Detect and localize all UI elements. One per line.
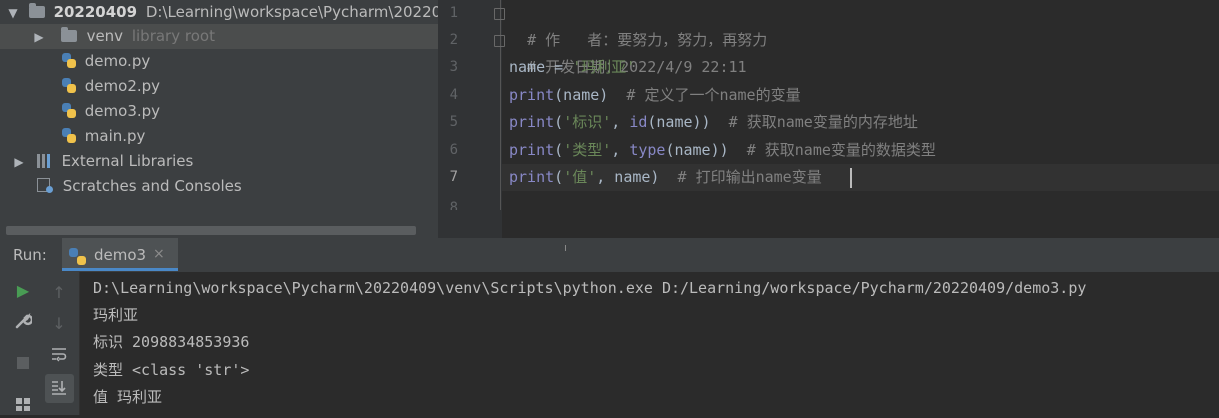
tree-item-scratches[interactable]: Scratches and Consoles — [0, 174, 242, 199]
code-builtin: print — [509, 86, 555, 104]
tree-item-file[interactable]: demo.py — [62, 49, 150, 74]
run-panel-header — [0, 238, 1219, 273]
file-label: demo3.py — [84, 102, 161, 120]
text-caret — [850, 168, 852, 188]
up-arrow-icon[interactable]: ↑ — [48, 282, 70, 304]
code-string: '类型' — [563, 141, 612, 159]
console-line: 值 玛利亚 — [93, 388, 163, 406]
chevron-right-icon[interactable]: ▶ — [32, 25, 46, 50]
root-folder-name: 20220409 — [53, 3, 138, 21]
code-text: ( — [554, 141, 564, 159]
tree-root-row[interactable]: ▼ 20220409 D:\Learning\workspace\Pycharm… — [0, 0, 438, 25]
console-line: D:\Learning\workspace\Pycharm\20220409\v… — [93, 279, 1087, 297]
folder-icon — [28, 3, 45, 18]
stop-icon[interactable] — [12, 352, 34, 374]
console-line: 标识 2098834853936 — [93, 333, 250, 351]
console-line: 类型 <class 'str'> — [93, 361, 250, 379]
down-arrow-icon[interactable]: ↓ — [48, 313, 70, 335]
code-text: , — [611, 141, 630, 159]
code-text: (name) — [554, 86, 627, 104]
file-label: demo.py — [84, 52, 151, 70]
folder-icon — [60, 27, 77, 42]
code-builtin: type — [629, 141, 666, 159]
code-string: '标识' — [563, 113, 612, 131]
code-comment: # 打印输出name变量 — [677, 168, 822, 186]
line-number: 8 — [449, 200, 458, 210]
code-line-6[interactable]: print('类型', type(name)) # 获取name变量的数据类型 — [509, 137, 936, 164]
code-line-7[interactable]: print('值', name) # 打印输出name变量 — [509, 164, 822, 191]
tree-item-venv[interactable]: ▶ venv library root — [0, 24, 438, 49]
fold-end-icon[interactable] — [494, 35, 505, 47]
horizontal-scrollbar[interactable] — [6, 226, 416, 235]
line-number: 5 — [449, 114, 458, 130]
line-number: 1 — [449, 5, 458, 21]
code-text: (name)) — [665, 141, 747, 159]
library-root-hint: library root — [131, 27, 215, 45]
python-file-icon — [62, 78, 76, 93]
tree-item-file[interactable]: demo3.py — [62, 99, 160, 124]
code-builtin: print — [509, 113, 555, 131]
fold-start-icon[interactable] — [494, 8, 505, 20]
code-builtin: print — [509, 141, 555, 159]
code-line-1[interactable]: # 作 者：要努力，努力，再努力 — [509, 0, 767, 49]
code-text: ( — [554, 113, 564, 131]
venv-label: venv — [86, 27, 124, 45]
tree-item-file[interactable]: demo2.py — [62, 74, 160, 99]
code-line-4[interactable]: print(name) # 定义了一个name的变量 — [509, 82, 801, 109]
code-text: ( — [554, 168, 564, 186]
line-number-current: 7 — [449, 169, 458, 185]
scratches-icon — [37, 178, 53, 193]
code-string: '值' — [563, 168, 597, 186]
root-folder-path: D:\Learning\workspace\Pycharm\20220409 — [145, 3, 438, 21]
external-libraries-label: External Libraries — [61, 152, 194, 170]
line-number: 4 — [449, 87, 458, 103]
libraries-icon — [36, 154, 53, 168]
code-line-5[interactable]: print('标识', id(name)) # 获取name变量的内存地址 — [509, 109, 918, 136]
project-panel: ▼ 20220409 D:\Learning\workspace\Pycharm… — [0, 0, 438, 238]
line-number: 2 — [449, 32, 458, 48]
console-line: 玛利亚 — [93, 306, 139, 324]
code-text: name = — [509, 58, 573, 76]
file-label: demo2.py — [84, 77, 161, 95]
run-icon[interactable]: ▶ — [12, 280, 34, 302]
scratches-label: Scratches and Consoles — [62, 177, 242, 195]
scroll-to-end-icon[interactable] — [48, 378, 70, 400]
code-comment: # 获取name变量的内存地址 — [728, 113, 918, 131]
tree-item-file[interactable]: main.py — [62, 124, 145, 149]
python-file-icon — [62, 128, 76, 143]
code-comment: # 获取name变量的数据类型 — [746, 141, 936, 159]
code-comment: # 定义了一个name的变量 — [626, 86, 801, 104]
run-tab-active-indicator — [62, 268, 178, 271]
close-icon[interactable]: × — [153, 246, 165, 262]
line-number: 3 — [449, 59, 458, 75]
run-tab-label: demo3 — [94, 246, 147, 264]
python-file-icon — [62, 53, 76, 68]
code-builtin: id — [629, 113, 648, 131]
line-number: 6 — [449, 142, 458, 158]
divider-tick — [565, 245, 566, 251]
code-string: '玛利亚' — [572, 58, 636, 76]
code-text: , name) — [596, 168, 678, 186]
code-text: , — [611, 113, 630, 131]
code-text: (name)) — [647, 113, 729, 131]
run-panel-label: Run: — [13, 246, 47, 264]
python-run-config-icon — [69, 248, 86, 265]
chevron-right-icon[interactable]: ▶ — [12, 150, 26, 175]
soft-wrap-icon[interactable] — [48, 345, 70, 367]
gutter-divider — [500, 0, 501, 210]
python-file-icon — [62, 103, 76, 118]
code-builtin: print — [509, 168, 555, 186]
code-line-3[interactable]: name = '玛利亚' — [509, 54, 635, 81]
layout-icon[interactable] — [12, 394, 34, 416]
chevron-down-icon[interactable]: ▼ — [6, 1, 20, 26]
file-label: main.py — [84, 127, 146, 145]
tree-item-external-libraries[interactable]: ▶ External Libraries — [0, 149, 193, 174]
wrench-icon[interactable] — [12, 312, 34, 334]
code-line-2[interactable]: # 开发日期：2022/4/9 22:11 — [509, 27, 747, 76]
